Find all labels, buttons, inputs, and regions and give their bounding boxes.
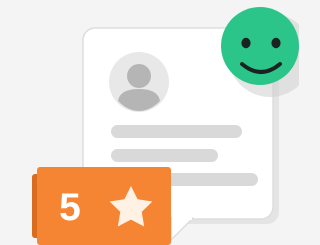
- review-card-graphic: [32, 7, 299, 245]
- rating-value: 5: [59, 186, 81, 229]
- review-illustration: 5: [0, 0, 299, 245]
- placeholder-line: [111, 149, 218, 162]
- speech-bubble-joint: [172, 214, 192, 220]
- placeholder-line: [111, 125, 242, 138]
- speech-bubble-tail: [170, 217, 194, 241]
- user-avatar-icon: [109, 52, 169, 112]
